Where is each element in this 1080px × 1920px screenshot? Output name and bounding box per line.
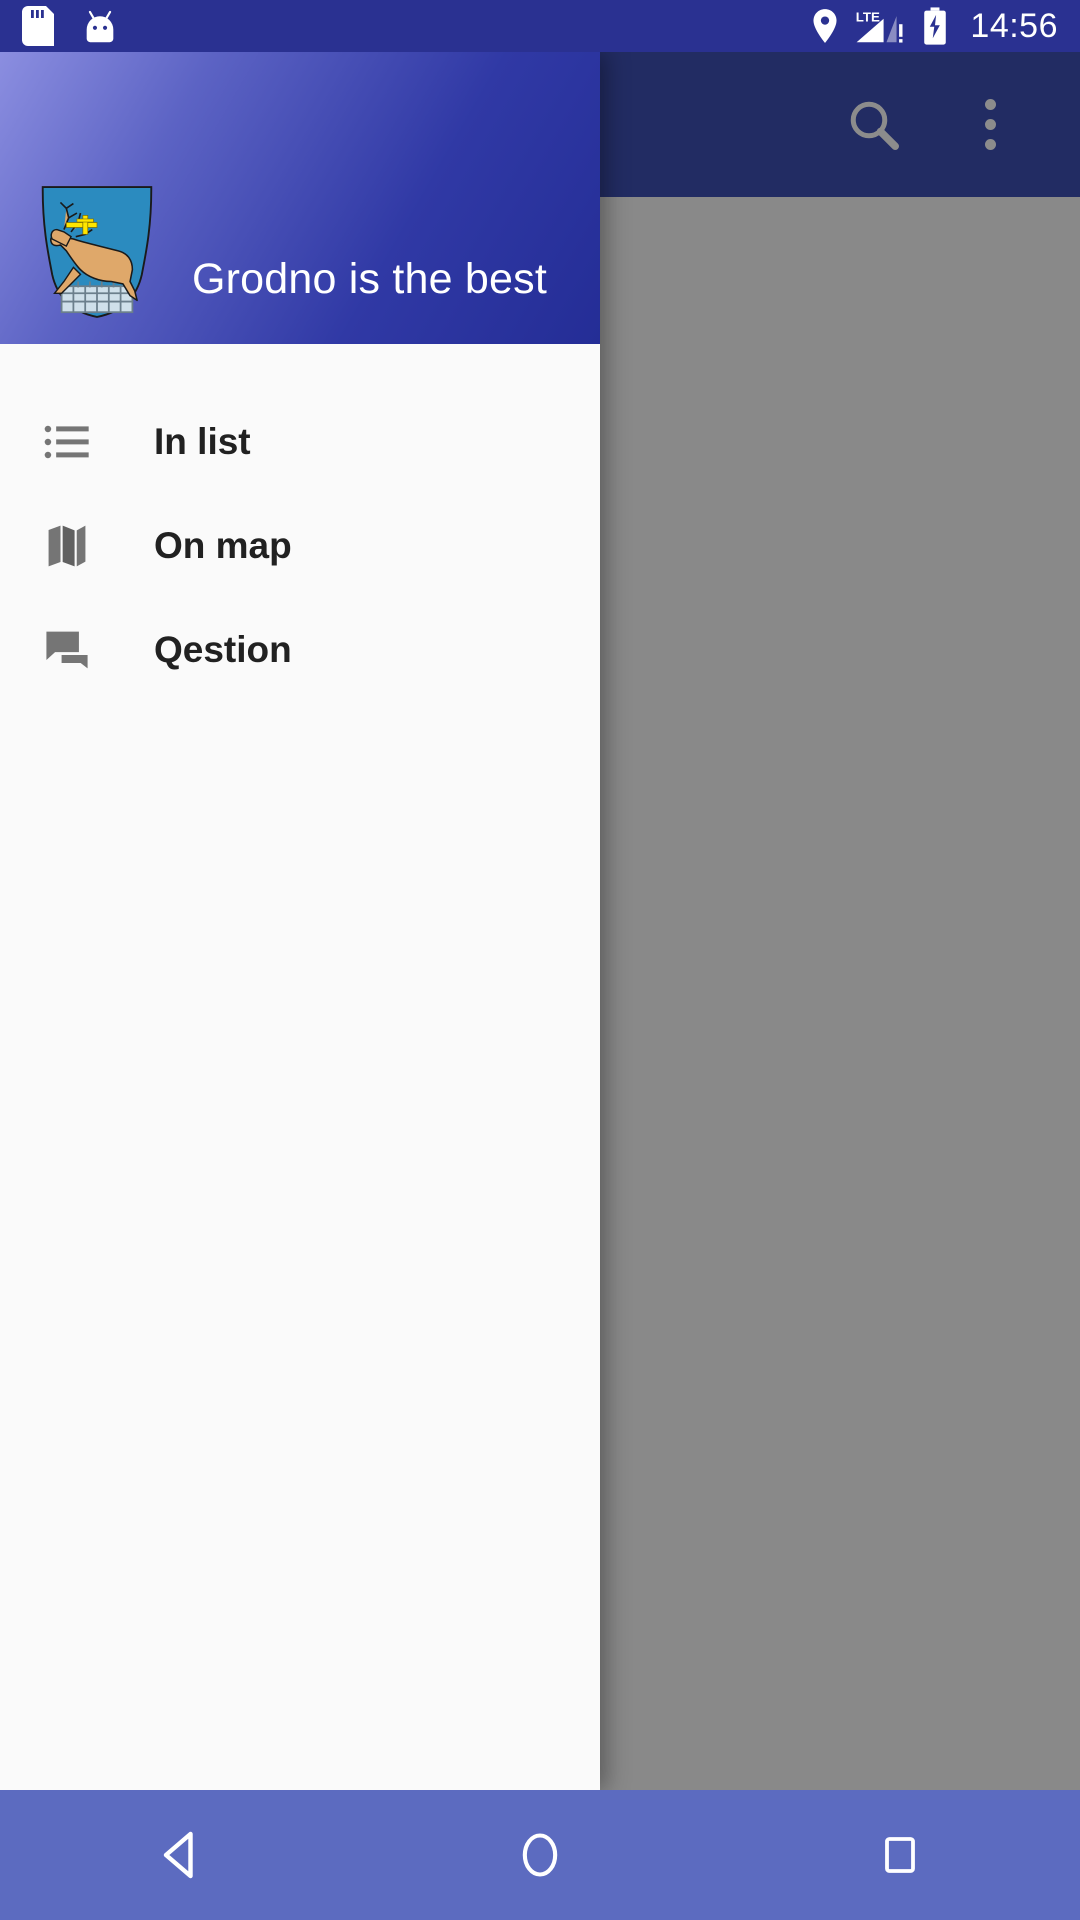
status-bar: LTE 14:56 (0, 0, 1080, 52)
drawer-title: Grodno is the best (192, 255, 547, 303)
drawer-menu: In list On map Qestion (0, 344, 600, 1790)
grodno-coat-of-arms-icon (41, 186, 153, 318)
navigation-drawer: Grodno is the best In list On map Qestio… (0, 52, 600, 1790)
drawer-item-label: Qestion (154, 629, 292, 670)
list-icon (38, 413, 96, 471)
circle-icon (522, 1833, 558, 1877)
svg-text:LTE: LTE (856, 10, 880, 25)
status-bar-left (22, 6, 118, 46)
system-navigation-bar (0, 1790, 1080, 1920)
square-icon (885, 1837, 915, 1873)
android-bugdroid-icon (86, 10, 114, 43)
drawer-item-qestion[interactable]: Qestion (0, 598, 600, 702)
map-icon (38, 517, 96, 575)
status-bar-clock: 14:56 (970, 6, 1058, 45)
chat-bubbles-icon (38, 621, 96, 679)
lte-signal-icon: LTE (856, 10, 903, 43)
sd-card-icon (22, 6, 54, 46)
drawer-header: Grodno is the best (0, 52, 600, 344)
battery-charging-icon (924, 7, 947, 45)
location-pin-icon (813, 9, 837, 43)
triangle-left-icon (163, 1831, 193, 1879)
drawer-item-on-map[interactable]: On map (0, 494, 600, 598)
recents-button[interactable] (720, 1831, 1080, 1879)
drawer-item-label: In list (154, 421, 251, 462)
drawer-item-label: On map (154, 525, 292, 566)
status-bar-right: LTE 14:56 (812, 7, 1058, 46)
back-button[interactable] (0, 1827, 360, 1883)
home-button[interactable] (360, 1829, 720, 1881)
drawer-item-in-list[interactable]: In list (0, 390, 600, 494)
